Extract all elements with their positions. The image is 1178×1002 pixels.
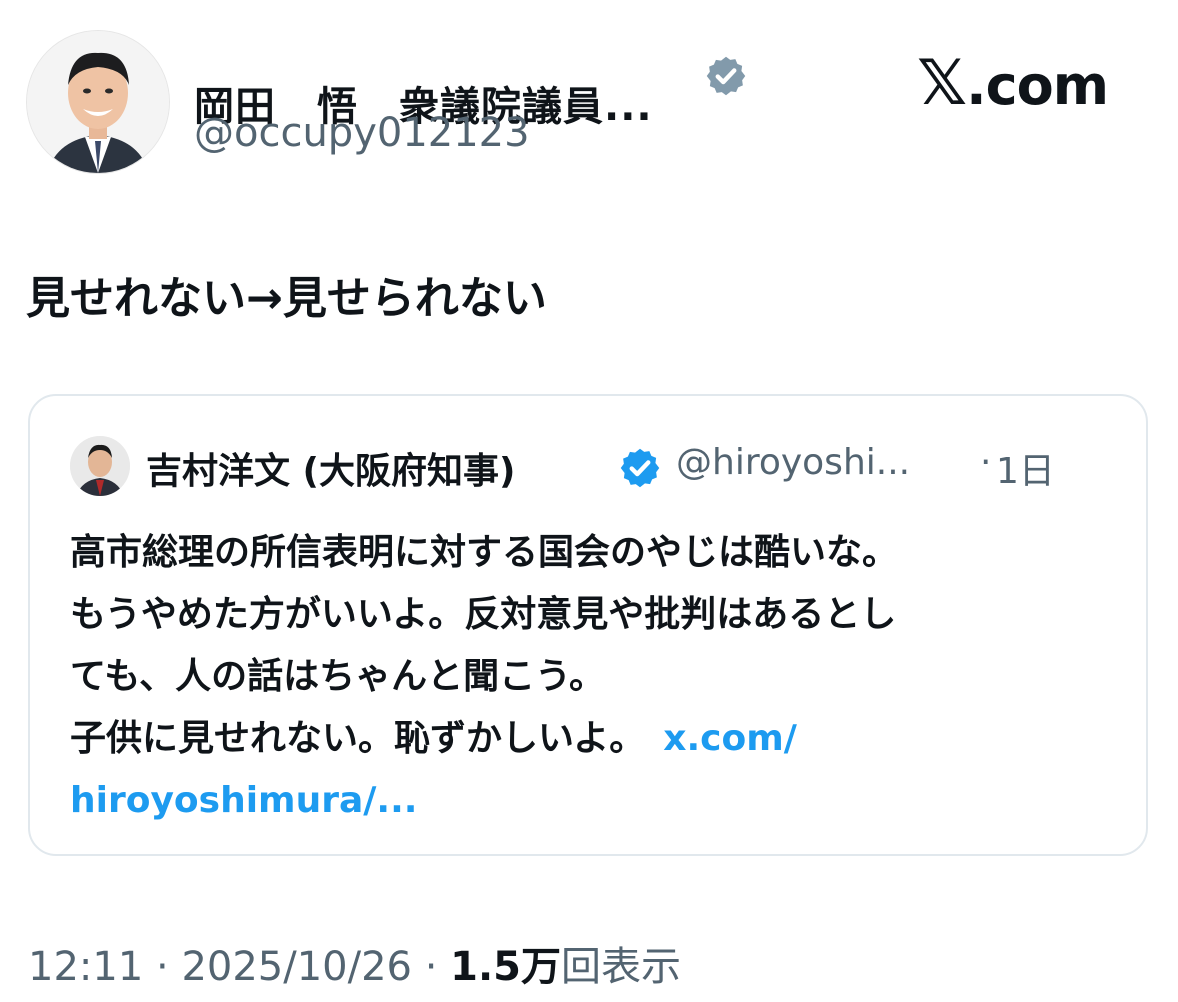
tweet-time[interactable]: 12:11: [28, 944, 143, 990]
tweet-meta: 12:11 · 2025/10/26 · 1.5万回表示: [28, 934, 681, 992]
author-avatar[interactable]: [26, 30, 170, 174]
quoted-text-line: もうやめた方がいいよ。反対意見や批判はあるとし: [70, 594, 897, 635]
quoted-tweet-text: 高市総理の所信表明に対する国会のやじは酷いな。 もうやめた方がいいよ。反対意見や…: [70, 522, 1120, 832]
tweet-date[interactable]: 2025/10/26: [181, 944, 412, 990]
quoted-link-continued[interactable]: hiroyoshimura/...: [70, 770, 1120, 832]
quoted-link[interactable]: x.com/: [663, 718, 797, 759]
quoted-author-handle: @hiroyoshi...: [676, 442, 911, 483]
quoted-text-line: 高市総理の所信表明に対する国会のやじは酷いな。: [70, 532, 899, 573]
quoted-text-line: ても、人の話はちゃんと聞こう。: [70, 656, 605, 697]
separator-dot: ·: [424, 944, 438, 990]
views-count: 1.5万: [450, 944, 561, 990]
tweet-text: 見せれない→見せられない: [26, 273, 547, 324]
quoted-timestamp: 1日: [996, 451, 1055, 492]
x-com-logo: 𝕏.com: [917, 46, 1109, 119]
quoted-author-name: 吉村洋文 (大阪府知事): [146, 451, 516, 492]
author-handle[interactable]: @occupy012123: [194, 110, 530, 156]
separator-dot: ·: [980, 442, 992, 483]
quoted-author-avatar: [70, 436, 130, 496]
separator-dot: ·: [156, 944, 169, 990]
verified-badge-icon: [706, 56, 746, 96]
verified-badge-icon: [620, 448, 660, 488]
quoted-tweet-card[interactable]: 吉村洋文 (大阪府知事) @hiroyoshi... · 1日 高市総理の所信表…: [28, 394, 1148, 856]
views-label: 回表示: [561, 944, 681, 990]
tweet-header: 岡田 悟 衆議院議員... @occupy012123 𝕏.com: [26, 30, 1156, 180]
quoted-text-line: 子供に見せれない。恥ずかしいよ。 x.com/: [70, 718, 797, 759]
